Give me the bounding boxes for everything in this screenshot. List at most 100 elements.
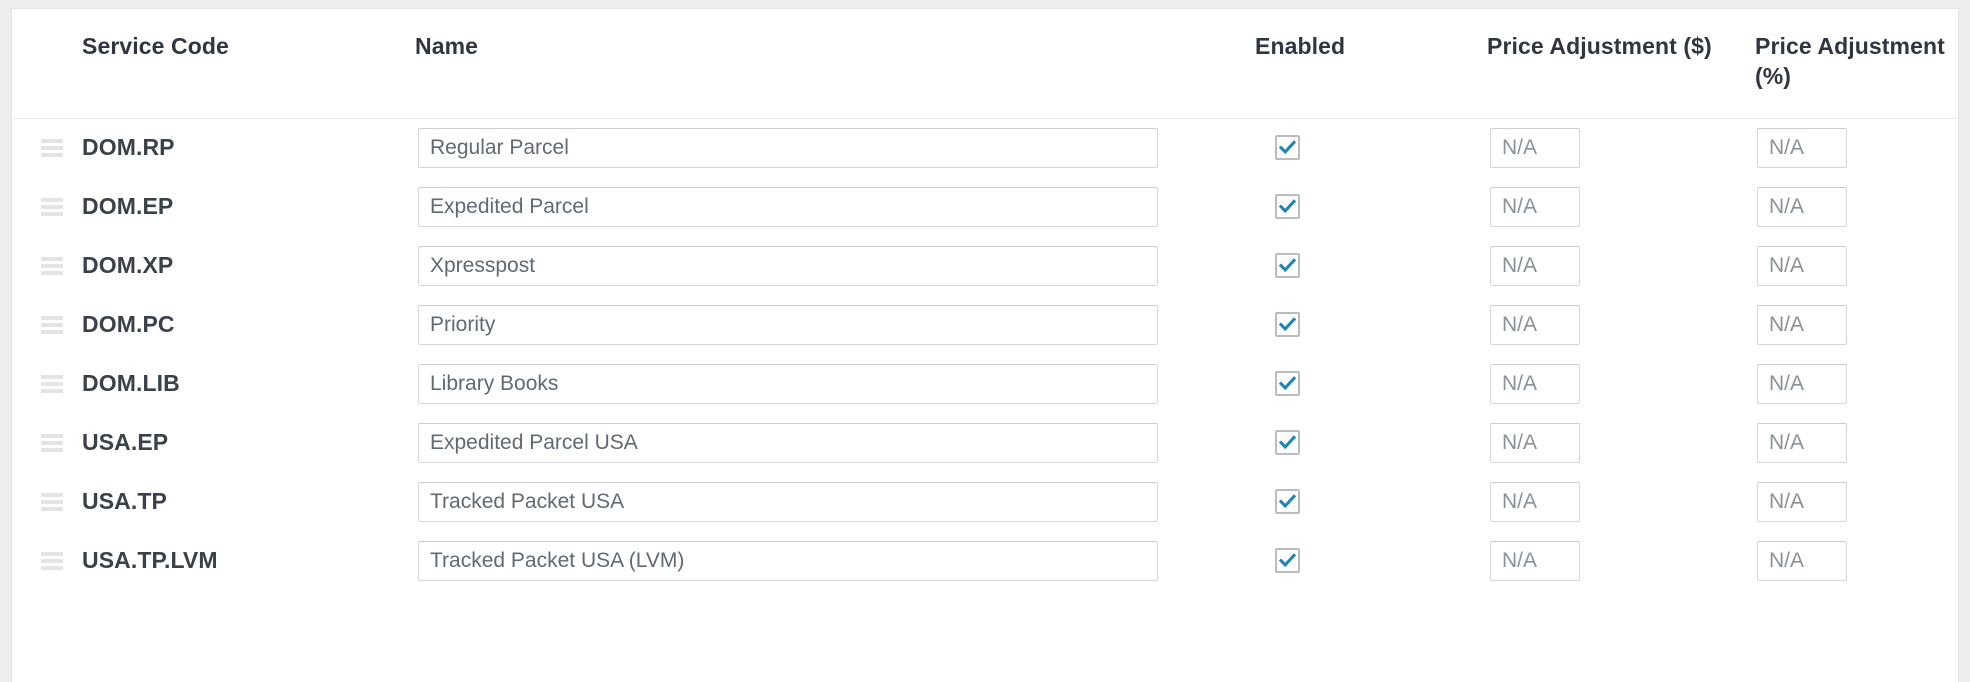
enabled-checkbox[interactable] — [1275, 135, 1300, 161]
price-adjustment-percent-input[interactable] — [1757, 422, 1847, 463]
price-adjustment-dollar-input[interactable] — [1490, 304, 1580, 345]
service-name-input[interactable] — [418, 127, 1158, 168]
drag-handle-bar — [41, 138, 63, 143]
service-code-value: DOM.LIB — [82, 370, 180, 397]
enabled-cell — [1255, 413, 1487, 473]
drag-handle-cell — [12, 177, 82, 237]
table-row: DOM.LIB — [12, 354, 1958, 414]
service-code-cell: DOM.EP — [82, 177, 415, 237]
price-adjustment-percent-cell — [1755, 531, 1958, 591]
price-adjustment-dollar-input[interactable] — [1490, 422, 1580, 463]
price-adjustment-percent-cell — [1755, 177, 1958, 237]
service-code-cell: USA.TP.LVM — [82, 531, 415, 591]
service-code-cell: DOM.XP — [82, 236, 415, 296]
service-name-input[interactable] — [418, 363, 1158, 404]
service-code-value: USA.EP — [82, 429, 169, 456]
drag-handle-icon[interactable] — [41, 374, 65, 393]
service-code-value: DOM.RP — [82, 134, 175, 161]
drag-handle-bar — [41, 204, 63, 209]
table-header-row: Service Code Name Enabled Price Adjustme… — [12, 9, 1958, 119]
enabled-checkbox[interactable] — [1275, 489, 1300, 515]
column-header-service-code-label: Service Code — [82, 33, 229, 59]
drag-handle-bar — [41, 197, 63, 202]
service-name-cell — [415, 177, 1255, 237]
price-adjustment-dollar-cell — [1487, 531, 1755, 591]
drag-handle-bar — [41, 506, 63, 511]
price-adjustment-percent-input[interactable] — [1757, 186, 1847, 227]
price-adjustment-percent-input[interactable] — [1757, 363, 1847, 404]
enabled-checkbox[interactable] — [1275, 548, 1300, 574]
price-adjustment-dollar-cell — [1487, 413, 1755, 473]
enabled-cell — [1255, 354, 1487, 414]
service-name-input[interactable] — [418, 540, 1158, 581]
drag-handle-bar — [41, 499, 63, 504]
drag-handle-bar — [41, 433, 63, 438]
service-name-input[interactable] — [418, 422, 1158, 463]
table-row: DOM.RP — [12, 118, 1958, 178]
drag-handle-bar — [41, 558, 63, 563]
drag-handle-bar — [41, 263, 63, 268]
drag-handle-bar — [41, 565, 63, 570]
column-header-enabled: Enabled — [1255, 9, 1487, 119]
column-header-price-adjustment-percent: Price Adjustment (%) — [1755, 9, 1958, 119]
price-adjustment-percent-input[interactable] — [1757, 127, 1847, 168]
price-adjustment-dollar-input[interactable] — [1490, 127, 1580, 168]
price-adjustment-dollar-input[interactable] — [1490, 245, 1580, 286]
service-code-cell: DOM.LIB — [82, 354, 415, 414]
service-code-cell: DOM.PC — [82, 295, 415, 355]
drag-handle-icon[interactable] — [41, 433, 65, 452]
drag-handle-cell — [12, 354, 82, 414]
service-code-value: DOM.PC — [82, 311, 175, 338]
service-name-input[interactable] — [418, 186, 1158, 227]
drag-handle-icon[interactable] — [41, 138, 65, 157]
table-row: DOM.XP — [12, 236, 1958, 296]
price-adjustment-dollar-input[interactable] — [1490, 186, 1580, 227]
drag-handle-icon[interactable] — [41, 551, 65, 570]
service-name-input[interactable] — [418, 245, 1158, 286]
enabled-cell — [1255, 295, 1487, 355]
price-adjustment-dollar-input[interactable] — [1490, 540, 1580, 581]
price-adjustment-dollar-input[interactable] — [1490, 363, 1580, 404]
enabled-cell — [1255, 118, 1487, 178]
enabled-checkbox[interactable] — [1275, 430, 1300, 456]
drag-handle-bar — [41, 211, 63, 216]
table-row: DOM.PC — [12, 295, 1958, 355]
price-adjustment-percent-cell — [1755, 354, 1958, 414]
service-name-input[interactable] — [418, 304, 1158, 345]
column-header-price-adjustment-percent-label: Price Adjustment (%) — [1755, 33, 1945, 90]
price-adjustment-dollar-cell — [1487, 118, 1755, 178]
service-code-value: DOM.XP — [82, 252, 174, 279]
table-row: USA.TP.LVM — [12, 531, 1958, 591]
service-code-cell: DOM.RP — [82, 118, 415, 178]
service-code-cell: USA.TP — [82, 472, 415, 532]
enabled-checkbox[interactable] — [1275, 312, 1300, 338]
price-adjustment-percent-cell — [1755, 236, 1958, 296]
service-name-cell — [415, 354, 1255, 414]
drag-handle-icon[interactable] — [41, 492, 65, 511]
drag-handle-bar — [41, 492, 63, 497]
enabled-checkbox[interactable] — [1275, 253, 1300, 279]
service-name-cell — [415, 118, 1255, 178]
service-name-cell — [415, 472, 1255, 532]
price-adjustment-dollar-input[interactable] — [1490, 481, 1580, 522]
drag-handle-bar — [41, 256, 63, 261]
drag-handle-icon[interactable] — [41, 315, 65, 334]
price-adjustment-percent-input[interactable] — [1757, 245, 1847, 286]
drag-handle-icon[interactable] — [41, 256, 65, 275]
table-body: DOM.RP DOM.EP DOM.XP DOM.PC DOM.LIB USA.EP USA… — [12, 118, 1958, 591]
price-adjustment-percent-input[interactable] — [1757, 481, 1847, 522]
drag-handle-icon[interactable] — [41, 197, 65, 216]
drag-handle-bar — [41, 381, 63, 386]
price-adjustment-percent-cell — [1755, 295, 1958, 355]
service-name-input[interactable] — [418, 481, 1158, 522]
service-name-cell — [415, 531, 1255, 591]
price-adjustment-percent-cell — [1755, 472, 1958, 532]
enabled-cell — [1255, 236, 1487, 296]
enabled-checkbox[interactable] — [1275, 371, 1300, 397]
enabled-cell — [1255, 177, 1487, 237]
price-adjustment-percent-input[interactable] — [1757, 304, 1847, 345]
price-adjustment-percent-input[interactable] — [1757, 540, 1847, 581]
enabled-checkbox[interactable] — [1275, 194, 1300, 220]
drag-handle-bar — [41, 374, 63, 379]
drag-handle-bar — [41, 447, 63, 452]
